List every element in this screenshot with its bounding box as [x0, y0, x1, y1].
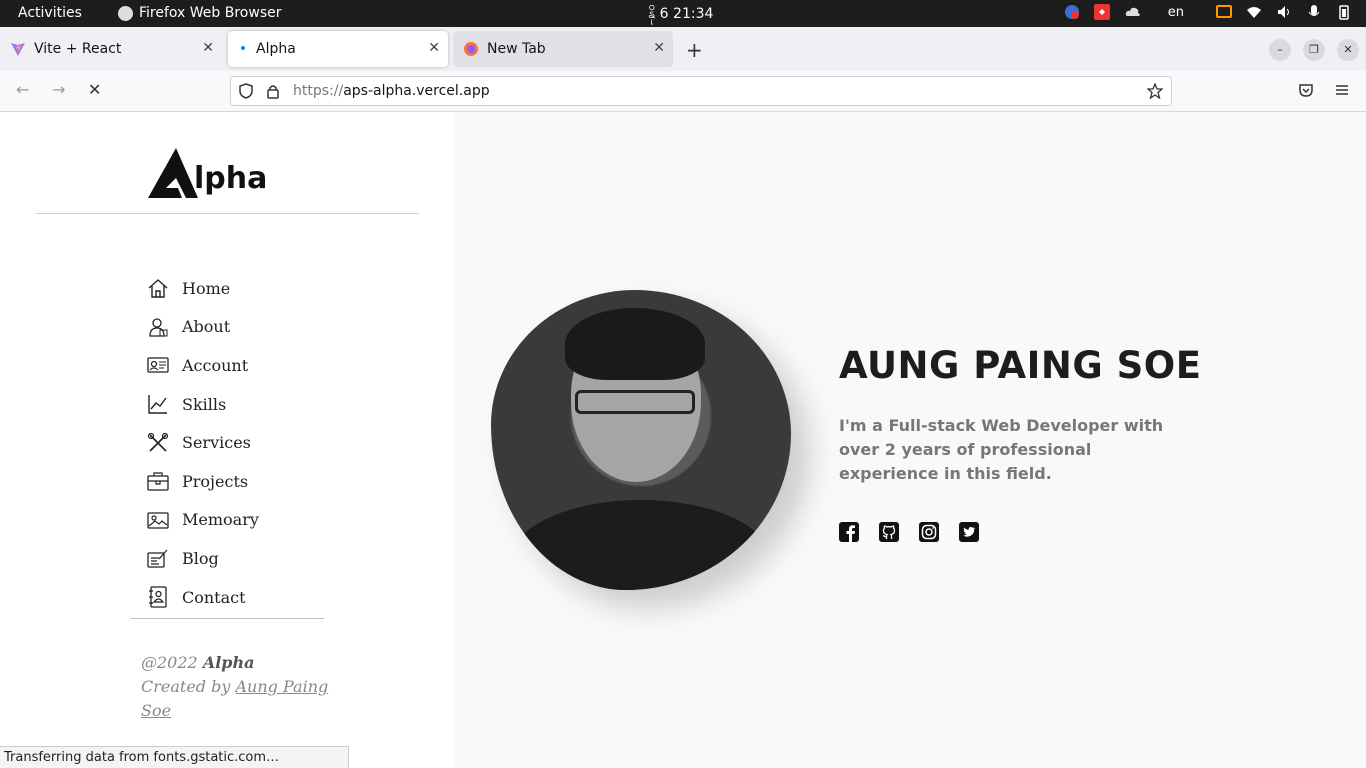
- sidebar-item-skills[interactable]: Skills: [147, 385, 259, 424]
- sidebar-item-label: Blog: [182, 548, 219, 568]
- divider: [131, 618, 324, 619]
- chart-line-icon: [148, 395, 167, 414]
- navigation-bar: ← → ✕ https://aps-alpha.vercel.app: [0, 71, 1366, 112]
- tab-title: New Tab: [487, 41, 546, 57]
- sidebar-footer: @2022 Alpha Created by Aung Paing Soe: [141, 651, 331, 723]
- tab-alpha[interactable]: Alpha ✕: [228, 31, 448, 67]
- twitter-icon[interactable]: [959, 522, 979, 542]
- system-tray[interactable]: en: [1064, 4, 1352, 20]
- tools-icon: [147, 432, 169, 452]
- url-scheme: https://: [293, 83, 344, 99]
- loading-dot-icon: [238, 41, 248, 57]
- vite-icon: [10, 41, 26, 57]
- user-icon: [149, 318, 168, 337]
- hero-name: AUNG PAING SOE: [839, 344, 1202, 387]
- restore-icon[interactable]: ❐: [1303, 39, 1325, 61]
- tab-strip: Vite + React ✕ Alpha ✕ New Tab ✕ + – ❐ ✕: [0, 27, 1366, 71]
- tab-vite-react[interactable]: Vite + React ✕: [0, 31, 222, 67]
- lock-icon[interactable]: [265, 83, 281, 99]
- pocket-icon[interactable]: [1298, 82, 1314, 98]
- url-bar[interactable]: https://aps-alpha.vercel.app: [230, 76, 1172, 106]
- new-tab-icon[interactable]: +: [686, 38, 703, 62]
- sidebar-item-label: About: [182, 317, 231, 337]
- bookmark-star-icon[interactable]: [1146, 82, 1164, 100]
- url-host: aps-alpha.vercel.app: [343, 83, 490, 99]
- forward-arrow-icon[interactable]: →: [52, 80, 65, 99]
- id-card-icon: [147, 357, 169, 374]
- sidebar-item-blog[interactable]: Blog: [147, 539, 259, 578]
- activities-button[interactable]: Activities: [18, 5, 82, 21]
- close-tab-icon[interactable]: ✕: [202, 40, 214, 56]
- sidebar-item-home[interactable]: Home: [147, 269, 259, 308]
- divider: [36, 213, 419, 214]
- footer-brand: Alpha: [202, 653, 255, 672]
- url-text[interactable]: https://aps-alpha.vercel.app: [293, 83, 490, 99]
- firefox-icon: [463, 41, 479, 57]
- back-arrow-icon[interactable]: ←: [16, 80, 29, 99]
- screen-share-icon[interactable]: [1216, 4, 1232, 20]
- footer-year: @2022: [141, 653, 198, 672]
- sidebar-menu: Home About Account Skills Services Proje…: [147, 269, 259, 616]
- app-menu[interactable]: Firefox Web Browser: [118, 5, 282, 21]
- tab-title: Vite + React: [34, 41, 122, 57]
- briefcase-icon: [147, 472, 169, 491]
- cloud-icon[interactable]: [1124, 4, 1140, 20]
- logo-text: lpha: [194, 161, 268, 196]
- minimize-icon[interactable]: –: [1269, 39, 1291, 61]
- sidebar-item-label: Services: [182, 433, 251, 453]
- photo-glasses: [575, 390, 695, 414]
- logo-a-icon: [148, 148, 198, 198]
- sidebar-item-memoary[interactable]: Memoary: [147, 501, 259, 540]
- blog-icon: [147, 550, 168, 569]
- microphone-icon[interactable]: [1306, 4, 1322, 20]
- sidebar-item-services[interactable]: Services: [147, 423, 259, 462]
- sidebar-item-label: Memoary: [182, 510, 259, 530]
- close-tab-icon[interactable]: ✕: [428, 40, 440, 56]
- stop-loading-icon[interactable]: ✕: [88, 80, 101, 99]
- close-window-icon[interactable]: ✕: [1337, 39, 1359, 61]
- home-icon: [148, 279, 168, 298]
- sidebar-item-label: Contact: [182, 587, 246, 607]
- github-icon[interactable]: [879, 522, 899, 542]
- system-top-bar: Activities Firefox Web Browser နို 6 21:…: [0, 0, 1366, 27]
- sidebar-item-about[interactable]: About: [147, 308, 259, 347]
- hero-section: AUNG PAING SOE I'm a Full-stack Web Deve…: [455, 112, 1366, 768]
- image-icon: [147, 512, 169, 529]
- facebook-icon[interactable]: [839, 522, 859, 542]
- sidebar-item-account[interactable]: Account: [147, 346, 259, 385]
- tab-title: Alpha: [256, 41, 296, 57]
- sidebar-item-label: Projects: [182, 471, 249, 491]
- anydesk-icon[interactable]: [1093, 4, 1110, 20]
- logo[interactable]: lpha: [148, 148, 267, 198]
- language-indicator[interactable]: en: [1168, 5, 1184, 20]
- page-viewport: lpha Home About Account Skills Services …: [0, 112, 1366, 768]
- wifi-icon[interactable]: [1246, 4, 1262, 20]
- instagram-icon[interactable]: [919, 522, 939, 542]
- app-name: Firefox Web Browser: [139, 5, 282, 21]
- social-links: [839, 522, 979, 542]
- volume-icon[interactable]: [1276, 4, 1292, 20]
- sidebar-item-label: Account: [182, 355, 249, 375]
- firefox-icon: [118, 5, 133, 21]
- tab-new-tab[interactable]: New Tab ✕: [453, 31, 673, 67]
- sidebar: lpha Home About Account Skills Services …: [0, 112, 455, 768]
- hero-bio: I'm a Full-stack Web Developer with over…: [839, 416, 1164, 483]
- sidebar-item-projects[interactable]: Projects: [147, 462, 259, 501]
- hamburger-menu-icon[interactable]: [1334, 82, 1350, 98]
- sidebar-item-label: Home: [182, 278, 231, 298]
- close-tab-icon[interactable]: ✕: [653, 40, 665, 56]
- photo-shirt: [511, 500, 771, 590]
- sidebar-item-contact[interactable]: Contact: [147, 578, 259, 617]
- footer-created-by: Created by: [141, 677, 231, 696]
- status-bar: Transferring data from fonts.gstatic.com…: [0, 746, 349, 768]
- sidebar-item-label: Skills: [182, 394, 227, 414]
- battery-icon[interactable]: [1336, 4, 1352, 20]
- photo-hair: [565, 308, 705, 380]
- app-indicator-icon[interactable]: [1064, 4, 1080, 20]
- contact-book-icon: [149, 586, 167, 608]
- clock[interactable]: နို 6 21:34: [648, 4, 713, 25]
- shield-icon[interactable]: [238, 83, 254, 99]
- profile-photo: [491, 290, 791, 590]
